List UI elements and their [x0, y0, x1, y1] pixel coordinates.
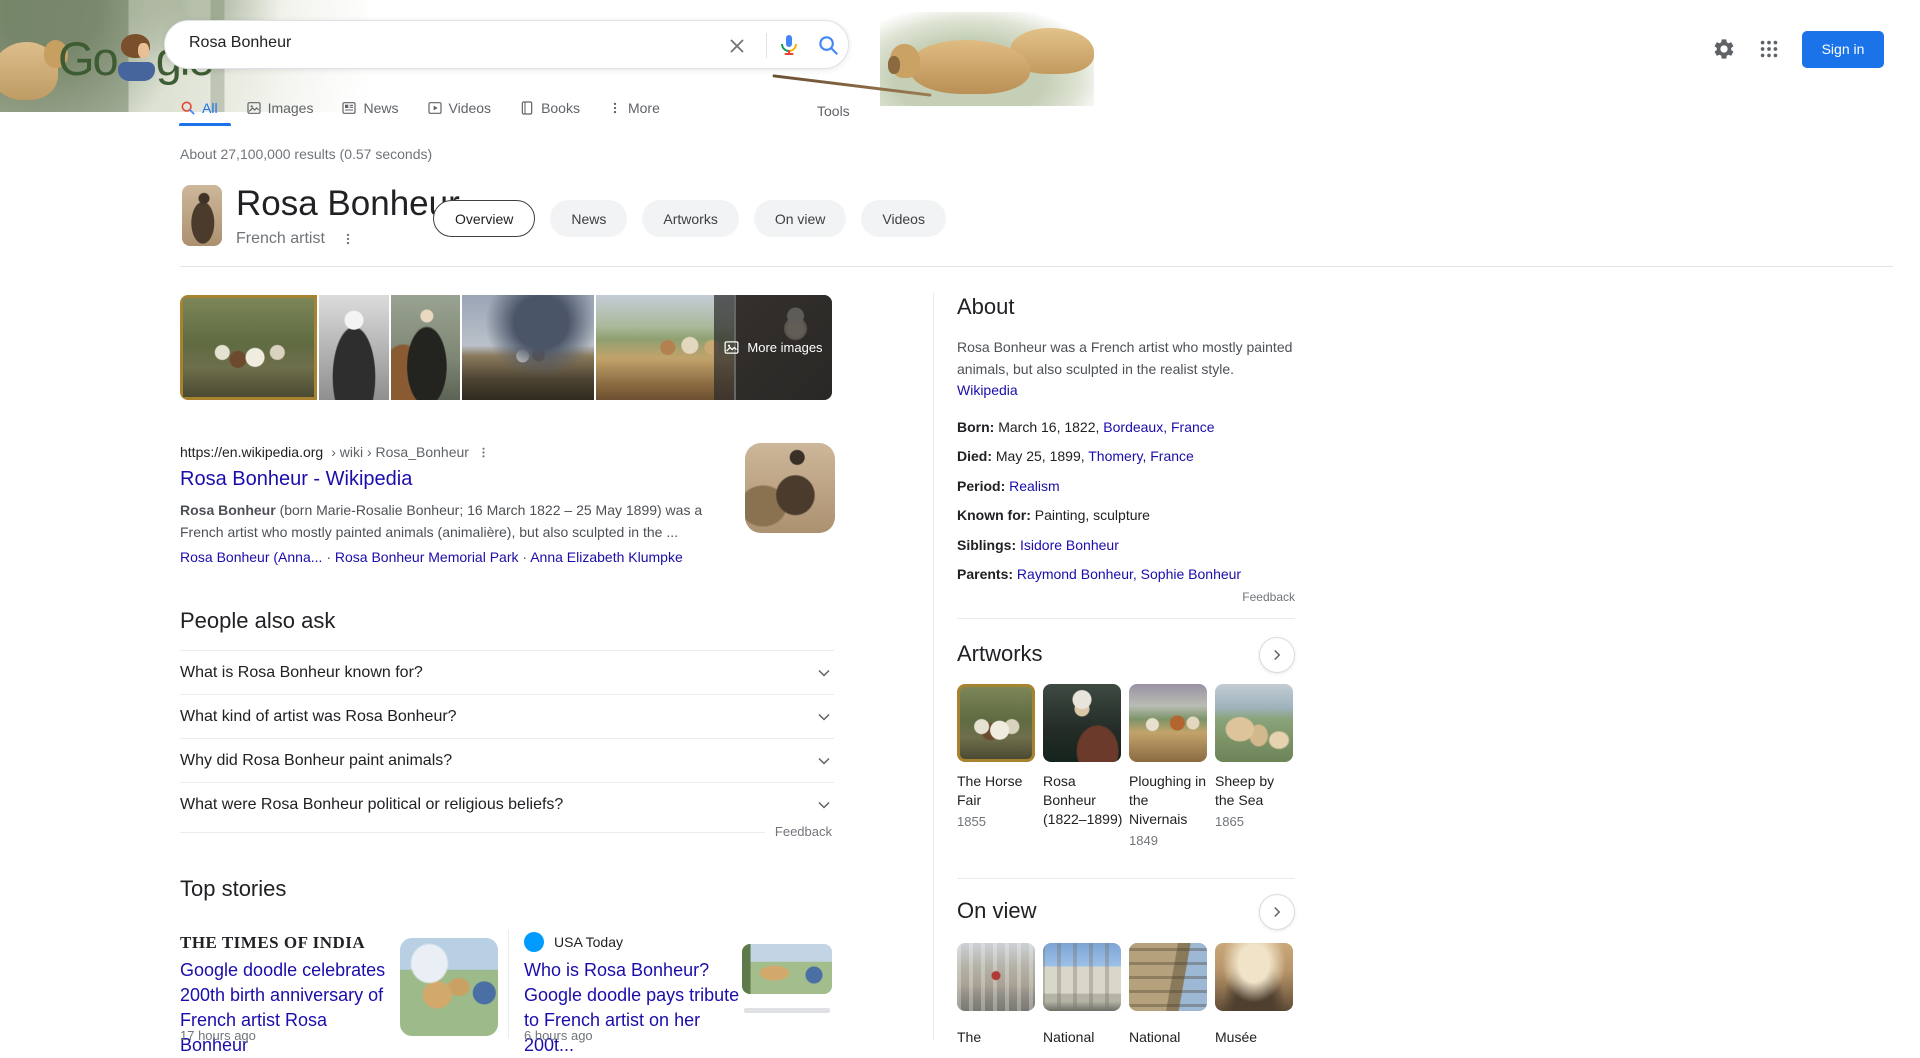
- on-view-thumb-4[interactable]: [1215, 943, 1293, 1011]
- chevron-down-icon: [814, 707, 834, 727]
- logo-text-left: Go: [58, 35, 117, 82]
- on-view-thumb-2[interactable]: [1043, 943, 1121, 1011]
- on-view-card-3[interactable]: National: [1129, 1028, 1209, 1047]
- chevron-down-icon: [814, 751, 834, 771]
- on-view-more-button[interactable]: [1259, 894, 1295, 930]
- strip-image-bw-portrait[interactable]: [319, 295, 389, 400]
- chevron-down-icon: [814, 795, 834, 815]
- paa-bottom-divider: [180, 832, 765, 833]
- knowledge-panel: About Rosa Bonheur was a French artist w…: [957, 0, 1295, 1040]
- story-headline-1[interactable]: Google doodle celebrates 200th birth ann…: [180, 958, 392, 1058]
- people-also-ask-heading: People also ask: [180, 608, 335, 634]
- fact-siblings-link[interactable]: Isidore Bonheur: [1020, 537, 1119, 553]
- chevron-right-icon: [1268, 646, 1286, 664]
- story-time-1: 17 hours ago: [180, 1028, 256, 1043]
- on-view-thumb-1[interactable]: [957, 943, 1035, 1011]
- wikipedia-source-link[interactable]: Wikipedia: [957, 382, 1018, 398]
- artwork-card-4[interactable]: Sheep by the Sea 1865: [1215, 772, 1295, 850]
- result-url[interactable]: https://en.wikipedia.org: [180, 444, 323, 460]
- strip-image-ploughing[interactable]: [462, 295, 594, 400]
- fact-died: Died: May 25, 1899, Thomery, France: [957, 446, 1295, 466]
- paa-question-1[interactable]: What is Rosa Bonheur known for?: [180, 651, 834, 695]
- artwork-thumb-horse-fair[interactable]: [957, 684, 1035, 762]
- result-thumbnail[interactable]: [745, 443, 835, 533]
- result-menu-icon[interactable]: [477, 446, 490, 459]
- about-feedback-link[interactable]: Feedback: [1242, 590, 1295, 604]
- knowledge-panel-divider: [933, 293, 934, 1040]
- on-view-card-2[interactable]: National: [1043, 1028, 1123, 1047]
- story-publisher-times-of-india: THE TIMES OF INDIA: [180, 933, 365, 953]
- strip-image-horse-fair[interactable]: [180, 295, 317, 400]
- on-view-card-1[interactable]: The: [957, 1028, 1037, 1047]
- story-publisher-usa-today: USA Today: [554, 934, 623, 950]
- artworks-heading: Artworks: [957, 641, 1043, 667]
- story-time-2: 6 hours ago: [524, 1028, 593, 1043]
- sitelink-3[interactable]: Anna Elizabeth Klumpke: [530, 549, 683, 565]
- top-stories-heading: Top stories: [180, 876, 286, 902]
- sitelink-1[interactable]: Rosa Bonheur (Anna...: [180, 549, 322, 565]
- image-icon: [723, 339, 740, 356]
- fact-known-for: Known for: Painting, sculpture: [957, 505, 1295, 525]
- usa-today-logo: [524, 932, 544, 952]
- paa-question-4[interactable]: What were Rosa Bonheur political or reli…: [180, 783, 834, 827]
- strip-image-portrait-with-bull[interactable]: [391, 295, 460, 400]
- google-apps-icon[interactable]: [1758, 38, 1780, 60]
- artwork-card-1[interactable]: The Horse Fair 1855: [957, 772, 1037, 850]
- fact-parents-link-1[interactable]: Raymond Bonheur: [1017, 566, 1133, 582]
- panel-section-divider: [957, 618, 1295, 619]
- more-images-button[interactable]: More images: [714, 295, 832, 400]
- on-view-heading: On view: [957, 898, 1036, 924]
- doodle-rosa-figure: [118, 32, 155, 84]
- fact-born-link[interactable]: Bordeaux, France: [1103, 419, 1214, 435]
- result-snippet: Rosa Bonheur (born Marie-Rosalie Bonheur…: [180, 499, 740, 543]
- story-thumbnail-caption: [744, 1008, 830, 1013]
- on-view-thumb-3[interactable]: [1129, 943, 1207, 1011]
- panel-section-divider: [957, 878, 1295, 879]
- fact-born: Born: March 16, 1822, Bordeaux, France: [957, 417, 1295, 437]
- result-title[interactable]: Rosa Bonheur - Wikipedia: [180, 468, 412, 491]
- chevron-right-icon: [1268, 903, 1286, 921]
- story-thumbnail-1[interactable]: [400, 938, 498, 1036]
- story-thumbnail-2[interactable]: [742, 944, 832, 994]
- result-sitelinks: Rosa Bonheur (Anna... · Rosa Bonheur Mem…: [180, 549, 683, 565]
- settings-gear-icon[interactable]: [1712, 37, 1736, 61]
- artwork-thumb-rosa-portrait[interactable]: [1043, 684, 1121, 762]
- people-also-ask-list: What is Rosa Bonheur known for? What kin…: [180, 650, 834, 827]
- sign-in-button[interactable]: Sign in: [1802, 31, 1884, 68]
- paa-question-2[interactable]: What kind of artist was Rosa Bonheur?: [180, 695, 834, 739]
- image-strip: More images: [180, 295, 832, 400]
- story-headline-2[interactable]: Who is Rosa Bonheur? Google doodle pays …: [524, 958, 752, 1058]
- fact-parents-link-2[interactable]: Sophie Bonheur: [1141, 566, 1241, 582]
- chip-videos[interactable]: Videos: [861, 200, 946, 237]
- artworks-more-button[interactable]: [1259, 637, 1295, 673]
- artwork-card-2[interactable]: Rosa Bonheur (1822–1899): [1043, 772, 1123, 850]
- fact-period-link[interactable]: Realism: [1009, 478, 1060, 494]
- paa-question-3[interactable]: Why did Rosa Bonheur paint animals?: [180, 739, 834, 783]
- artwork-thumb-ploughing[interactable]: [1129, 684, 1207, 762]
- about-description: Rosa Bonheur was a French artist who mos…: [957, 336, 1295, 380]
- paa-feedback-link[interactable]: Feedback: [775, 824, 832, 839]
- chevron-down-icon: [814, 663, 834, 683]
- fact-siblings: Siblings: Isidore Bonheur: [957, 535, 1295, 555]
- artwork-card-3[interactable]: Ploughing in the Nivernais 1849: [1129, 772, 1209, 850]
- artwork-thumb-sheep-by-sea[interactable]: [1215, 684, 1293, 762]
- about-heading: About: [957, 294, 1015, 320]
- fact-parents: Parents: Raymond Bonheur, Sophie Bonheur: [957, 564, 1295, 584]
- fact-died-link[interactable]: Thomery, France: [1088, 448, 1194, 464]
- sitelink-2[interactable]: Rosa Bonheur Memorial Park: [335, 549, 519, 565]
- top-stories-divider: [508, 930, 509, 1038]
- on-view-card-4[interactable]: Musée: [1215, 1028, 1295, 1047]
- result-breadcrumb: › wiki › Rosa_Bonheur: [331, 444, 469, 460]
- fact-period: Period: Realism: [957, 476, 1295, 496]
